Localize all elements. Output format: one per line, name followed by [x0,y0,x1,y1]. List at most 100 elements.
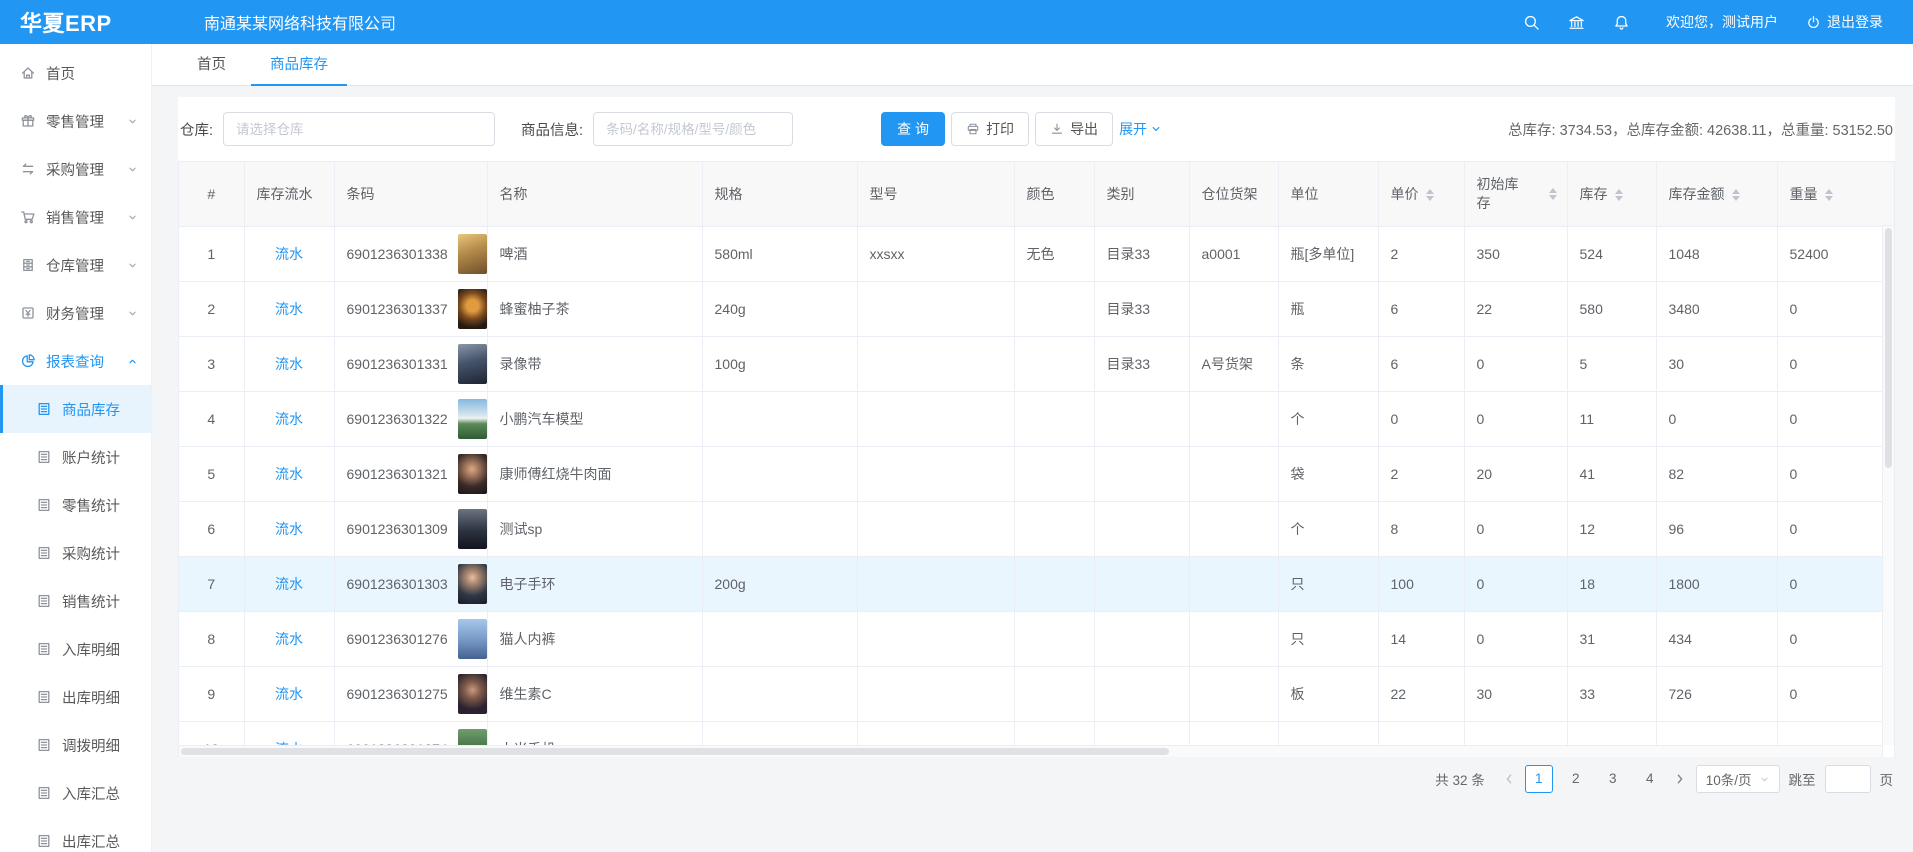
cell-barcode: 6901236301331 [334,336,487,391]
sidebar-item-sales[interactable]: 销售管理 [0,193,151,241]
warehouse-input[interactable] [223,112,495,146]
flow-link[interactable]: 流水 [275,411,303,427]
column-label: 库存金额 [1669,186,1725,202]
col-stock[interactable]: 库存 [1567,162,1656,226]
horizontal-scrollbar[interactable] [179,745,1882,757]
barcode-text: 6901236301337 [347,301,448,317]
flow-link[interactable]: 流水 [275,356,303,372]
tab-home[interactable]: 首页 [178,44,245,86]
col-weight[interactable]: 重量 [1777,162,1882,226]
sort-icons[interactable] [1549,188,1557,200]
product-thumbnail[interactable] [458,564,487,604]
cell-spec: 100g [702,336,857,391]
bank-icon[interactable] [1568,14,1585,31]
logout-button[interactable]: 退出登录 [1806,12,1883,32]
sort-icons[interactable] [1615,189,1623,201]
cell-stock: 5 [1567,336,1656,391]
sidebar-subitem-outbound-detail[interactable]: 出库明细 [0,673,151,721]
sidebar-item-home[interactable]: 首页 [0,49,151,97]
cell-unit: 只 [1278,556,1378,611]
sidebar-subitem-account-stats[interactable]: 账户统计 [0,433,151,481]
flow-link[interactable]: 流水 [275,301,303,317]
cell-model [857,281,1014,336]
flow-link[interactable]: 流水 [275,631,303,647]
cell-spec [702,501,857,556]
barcode-text: 6901236301331 [347,356,448,372]
product-thumbnail[interactable] [458,619,487,659]
sidebar-subitem-transfer-detail[interactable]: 调拨明细 [0,721,151,769]
sidebar-subitem-inbound-detail[interactable]: 入库明细 [0,625,151,673]
horizontal-scrollbar-thumb[interactable] [181,748,1169,755]
column-label: 条码 [347,186,375,202]
sidebar-subitem-outbound-summary[interactable]: 出库汇总 [0,817,151,852]
product-thumbnail[interactable] [458,454,487,494]
sidebar-subitem-purchase-stats[interactable]: 采购统计 [0,529,151,577]
sidebar-subitem-inbound-summary[interactable]: 入库汇总 [0,769,151,817]
product-thumbnail[interactable] [458,344,487,384]
product-thumbnail[interactable] [458,399,487,439]
search-icon[interactable] [1523,14,1540,31]
sidebar-subitem-retail-stats[interactable]: 零售统计 [0,481,151,529]
product-thumbnail[interactable] [458,674,487,714]
col-price[interactable]: 单价 [1378,162,1464,226]
page-size-select[interactable]: 10条/页 [1696,765,1780,793]
column-label: # [207,186,215,202]
sidebar-item-warehouse[interactable]: 仓库管理 [0,241,151,289]
page-button-2[interactable]: 2 [1562,765,1590,793]
cell-category [1094,611,1189,666]
column-label: 库存流水 [257,186,313,202]
prev-page-button[interactable] [1502,772,1516,786]
query-button[interactable]: 查 询 [881,112,945,146]
sort-icons[interactable] [1426,189,1434,201]
next-page-button[interactable] [1673,772,1687,786]
sort-icons[interactable] [1732,189,1740,201]
cell-init: 0 [1464,501,1567,556]
barcode-text: 6901236301303 [347,576,448,592]
sidebar-item-finance[interactable]: 财务管理 [0,289,151,337]
page-size-value: 10条/页 [1706,769,1752,789]
col-amount[interactable]: 库存金额 [1656,162,1777,226]
jump-page-input[interactable] [1825,765,1871,793]
flow-link[interactable]: 流水 [275,466,303,482]
doc-icon [36,737,52,753]
cell-name: 维生素C [487,666,702,721]
doc-icon [36,593,52,609]
cell-barcode: 6901236301322 [334,391,487,446]
page-button-3[interactable]: 3 [1599,765,1627,793]
sidebar-item-purchase[interactable]: 采购管理 [0,145,151,193]
cell-model [857,556,1014,611]
sidebar-item-label: 采购统计 [62,543,120,564]
print-label: 打印 [986,119,1014,139]
flow-link[interactable]: 流水 [275,576,303,592]
vertical-scrollbar[interactable] [1882,226,1894,745]
brand-logo[interactable]: 华夏ERP [0,6,152,38]
col-init[interactable]: 初始库存 [1464,162,1567,226]
sort-icons[interactable] [1825,189,1833,201]
finance-icon [20,305,36,321]
bell-icon[interactable] [1613,14,1630,31]
tab-goods-stock[interactable]: 商品库存 [251,44,347,86]
sidebar-item-report[interactable]: 报表查询 [0,337,151,385]
product-thumbnail[interactable] [458,234,487,274]
vertical-scrollbar-thumb[interactable] [1885,228,1892,468]
sidebar-subitem-sales-stats[interactable]: 销售统计 [0,577,151,625]
product-thumbnail[interactable] [458,289,487,329]
print-button[interactable]: 打印 [951,112,1029,146]
page-button-1[interactable]: 1 [1525,765,1553,793]
flow-link[interactable]: 流水 [275,521,303,537]
pagination: 共 32 条 1234 10条/页 跳至 页 [178,765,1895,793]
sidebar-item-retail[interactable]: 零售管理 [0,97,151,145]
sidebar-subitem-goods-stock[interactable]: 商品库存 [0,385,151,433]
expand-link[interactable]: 展开 [1119,119,1162,139]
page-button-4[interactable]: 4 [1636,765,1664,793]
product-info-input[interactable] [593,112,793,146]
flow-link[interactable]: 流水 [275,246,303,262]
main-area: 首页商品库存 仓库: 商品信息: 查 询 打印 导出 展开 [152,44,1913,852]
export-button[interactable]: 导出 [1035,112,1113,146]
product-thumbnail[interactable] [458,509,487,549]
doc-icon [36,689,52,705]
flow-link[interactable]: 流水 [275,686,303,702]
cell-model [857,446,1014,501]
cell-rack: a0001 [1189,226,1278,281]
cell-index: 8 [179,611,244,666]
